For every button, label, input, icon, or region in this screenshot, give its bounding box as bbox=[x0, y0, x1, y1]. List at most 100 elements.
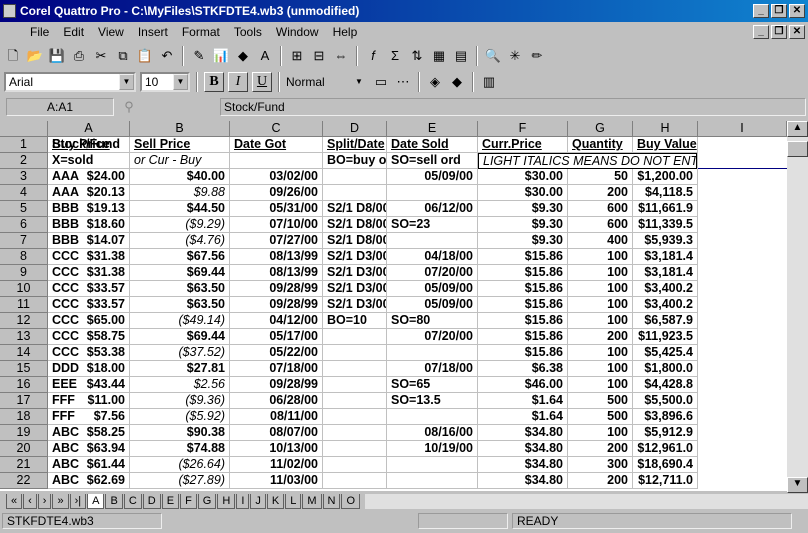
row-header[interactable]: 22 bbox=[0, 473, 48, 489]
cell-g[interactable]: $34.80 bbox=[478, 425, 568, 441]
cell-i[interactable]: $1,800.0 bbox=[633, 361, 698, 377]
cell-f[interactable] bbox=[387, 409, 478, 425]
cell-i[interactable]: $3,400.2 bbox=[633, 297, 698, 313]
cell-g[interactable]: $1.64 bbox=[478, 393, 568, 409]
cell-h[interactable]: 100 bbox=[568, 297, 633, 313]
cell-h[interactable]: 100 bbox=[568, 377, 633, 393]
cell-d[interactable]: 11/02/00 bbox=[230, 457, 323, 473]
cell-f[interactable]: 07/20/00 bbox=[387, 265, 478, 281]
navigate-icon[interactable]: ⚲ bbox=[120, 98, 138, 116]
insert-cells-icon[interactable]: ⊞ bbox=[288, 47, 306, 65]
cell-d[interactable]: 07/10/00 bbox=[230, 217, 323, 233]
row-header[interactable]: 10 bbox=[0, 281, 48, 297]
cell-d[interactable]: 05/31/00 bbox=[230, 201, 323, 217]
cell-g[interactable]: $15.86 bbox=[478, 313, 568, 329]
open-icon[interactable]: 📂 bbox=[26, 47, 44, 65]
column-header-i[interactable]: I bbox=[698, 121, 787, 137]
cell-b[interactable]: Buy Price bbox=[48, 137, 130, 153]
cell-d[interactable]: 07/27/00 bbox=[230, 233, 323, 249]
cell-h[interactable]: 200 bbox=[568, 441, 633, 457]
cell-g[interactable]: $15.86 bbox=[478, 329, 568, 345]
cell-c[interactable]: $40.00 bbox=[130, 169, 230, 185]
sheet-tab-l[interactable]: L bbox=[285, 494, 302, 509]
cell-b[interactable]: $20.13 bbox=[48, 185, 130, 201]
cell-b[interactable]: $43.44 bbox=[48, 377, 130, 393]
cell-f[interactable] bbox=[387, 457, 478, 473]
cell-e[interactable]: S2/1 D3/00 bbox=[323, 249, 387, 265]
row-header[interactable]: 6 bbox=[0, 217, 48, 233]
border-icon[interactable]: ⋯ bbox=[394, 73, 412, 91]
cell-h[interactable]: 600 bbox=[568, 201, 633, 217]
cell-b[interactable]: $31.38 bbox=[48, 265, 130, 281]
cell-e[interactable] bbox=[323, 409, 387, 425]
cell-d[interactable]: 08/13/99 bbox=[230, 265, 323, 281]
doc-minimize-button[interactable]: _ bbox=[753, 25, 769, 39]
cell-g[interactable]: $34.80 bbox=[478, 441, 568, 457]
cell-reference[interactable]: A:A1 bbox=[6, 98, 114, 116]
cell-c[interactable]: ($27.89) bbox=[130, 473, 230, 489]
cell-e[interactable]: BO=10 bbox=[323, 313, 387, 329]
fit-icon[interactable]: ⇔ bbox=[332, 47, 350, 65]
undo-icon[interactable]: ↶ bbox=[158, 47, 176, 65]
row-header[interactable]: 20 bbox=[0, 441, 48, 457]
table-icon[interactable]: ▦ bbox=[430, 47, 448, 65]
cell-f[interactable]: 05/09/00 bbox=[387, 297, 478, 313]
zoom-icon[interactable]: 🔍 bbox=[484, 47, 502, 65]
cell-i[interactable]: $5,912.9 bbox=[633, 425, 698, 441]
cell-b[interactable]: $18.00 bbox=[48, 361, 130, 377]
row-header[interactable]: 3 bbox=[0, 169, 48, 185]
cell-g[interactable]: $15.86 bbox=[478, 297, 568, 313]
cell-f[interactable]: 10/19/00 bbox=[387, 441, 478, 457]
row-header[interactable]: 4 bbox=[0, 185, 48, 201]
sheet-tab-n[interactable]: N bbox=[322, 494, 341, 509]
cell-b[interactable]: $63.94 bbox=[48, 441, 130, 457]
sheet-tab-i[interactable]: I bbox=[236, 494, 250, 509]
cell-c[interactable]: or Cur - Buy bbox=[130, 153, 230, 169]
vertical-scrollbar[interactable]: ▲ ▼ bbox=[787, 121, 808, 493]
cell-f[interactable]: 05/09/00 bbox=[387, 169, 478, 185]
cell-h[interactable]: 100 bbox=[568, 281, 633, 297]
cell-b[interactable] bbox=[48, 153, 130, 169]
cell-f[interactable]: 08/16/00 bbox=[387, 425, 478, 441]
pencil-icon[interactable]: ✏ bbox=[528, 47, 546, 65]
cell-f[interactable]: SO=23 bbox=[387, 217, 478, 233]
text-color-icon[interactable]: ◆ bbox=[448, 73, 466, 91]
cell-c[interactable]: $69.44 bbox=[130, 329, 230, 345]
cell-i[interactable]: $11,339.5 bbox=[633, 217, 698, 233]
sheet-tab-e[interactable]: E bbox=[161, 494, 180, 509]
cell-i[interactable]: $18,690.4 bbox=[633, 457, 698, 473]
column-header-g[interactable]: G bbox=[568, 121, 633, 137]
menu-insert[interactable]: Insert bbox=[138, 25, 168, 39]
cell-content-input[interactable]: Stock/Fund bbox=[220, 98, 806, 116]
column-header-b[interactable]: B bbox=[130, 121, 230, 137]
sheet-tab-g[interactable]: G bbox=[197, 494, 217, 509]
cell-i[interactable]: $12,711.0 bbox=[633, 473, 698, 489]
cell-d[interactable]: Date Got bbox=[230, 137, 323, 153]
cell-d[interactable]: 09/28/99 bbox=[230, 297, 323, 313]
close-button[interactable]: ✕ bbox=[789, 4, 805, 18]
column-header-d[interactable]: D bbox=[323, 121, 387, 137]
cell-d[interactable]: 09/26/00 bbox=[230, 185, 323, 201]
cell-h[interactable]: 200 bbox=[568, 473, 633, 489]
cell-d[interactable]: 07/18/00 bbox=[230, 361, 323, 377]
cell-c[interactable]: ($9.29) bbox=[130, 217, 230, 233]
cell-g[interactable]: $15.86 bbox=[478, 281, 568, 297]
cell-d[interactable]: 03/02/00 bbox=[230, 169, 323, 185]
tab-end-button[interactable]: ›| bbox=[69, 494, 87, 509]
cell-d[interactable]: 04/12/00 bbox=[230, 313, 323, 329]
cell-e[interactable]: BO=buy ord bbox=[323, 153, 387, 169]
cell-d[interactable]: 10/13/00 bbox=[230, 441, 323, 457]
cell-f[interactable]: SO=80 bbox=[387, 313, 478, 329]
cell-c[interactable]: ($4.76) bbox=[130, 233, 230, 249]
cell-i[interactable]: $3,896.6 bbox=[633, 409, 698, 425]
cell-h[interactable]: 100 bbox=[568, 265, 633, 281]
copy-icon[interactable]: ⧉ bbox=[114, 47, 132, 65]
cell-d[interactable] bbox=[230, 153, 323, 169]
sheet-tab-d[interactable]: D bbox=[142, 494, 161, 509]
cell-g[interactable]: $30.00 bbox=[478, 185, 568, 201]
spreadsheet-grid[interactable]: A B C D E F G H I 1 Stock/Fund Buy Price Sell Price D… bbox=[0, 121, 787, 491]
format-table-icon[interactable]: ▤ bbox=[452, 47, 470, 65]
cell-b[interactable]: $19.13 bbox=[48, 201, 130, 217]
sheet-tab-o[interactable]: O bbox=[341, 494, 361, 509]
doc-restore-button[interactable]: ❐ bbox=[771, 25, 787, 39]
